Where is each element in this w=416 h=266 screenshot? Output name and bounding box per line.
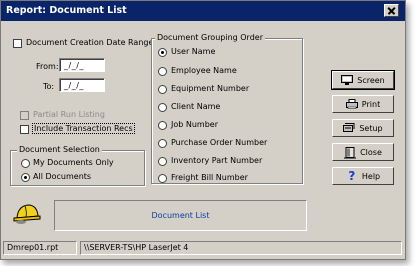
printer-icon	[345, 99, 358, 109]
report-window: Report: Document List Document Creation …	[0, 0, 406, 260]
screen-button-label: Screen	[357, 75, 385, 85]
status-printer: \\SERVER-TS\HP LaserJet 4	[80, 241, 402, 255]
grouping-label-job-number: Job Number	[171, 120, 219, 129]
grouping-radio-employee-name[interactable]	[158, 67, 167, 76]
grouping-radio-user-name[interactable]	[158, 48, 167, 57]
screen-button[interactable]: Screen	[331, 70, 395, 90]
title-bar[interactable]: Report: Document List	[1, 1, 405, 21]
partial-run-label: Partial Run Listing	[33, 110, 105, 119]
close-icon[interactable]	[384, 4, 399, 17]
grouping-radio-purchase-order-number[interactable]	[158, 139, 167, 148]
grouping-label-purchase-order-number: Purchase Order Number	[171, 138, 268, 147]
all-documents-label: All Documents	[33, 172, 92, 181]
grouping-label-employee-name: Employee Name	[171, 66, 237, 75]
help-button[interactable]: ? Help	[332, 167, 394, 185]
my-documents-radio[interactable]	[21, 159, 30, 168]
include-transaction-checkbox[interactable]	[20, 125, 29, 134]
to-label: To:	[43, 82, 55, 91]
close-button-label: Close	[360, 147, 382, 157]
setup-icon	[343, 123, 355, 133]
grouping-label-freight-bill-number: Freight Bill Number	[171, 173, 248, 182]
print-button-label: Print	[361, 99, 381, 109]
window-title: Report: Document List	[6, 5, 127, 16]
report-name-panel: Document List	[54, 200, 307, 231]
partial-run-checkbox[interactable]	[20, 111, 29, 120]
include-transaction-label: Include Transaction Recs	[32, 123, 135, 134]
all-documents-radio[interactable]	[21, 173, 30, 182]
my-documents-label: My Documents Only	[33, 158, 114, 167]
grouping-radio-client-name[interactable]	[158, 103, 167, 112]
grouping-order-title: Document Grouping Order	[155, 33, 265, 42]
hardhat-icon	[13, 202, 41, 226]
from-label: From:	[36, 62, 59, 71]
monitor-icon	[341, 75, 354, 85]
setup-button-label: Setup	[359, 123, 383, 133]
to-date-field[interactable]: _/_/_	[59, 78, 105, 92]
grouping-radio-freight-bill-number[interactable]	[158, 174, 167, 183]
document-selection-title: Document Selection	[17, 145, 102, 154]
status-file: Dmrep01.rpt	[3, 241, 77, 255]
grouping-radio-inventory-part-number[interactable]	[158, 157, 167, 166]
help-icon: ?	[348, 169, 356, 183]
grouping-label-user-name: User Name	[171, 47, 216, 56]
from-date-field[interactable]: _/_/_	[59, 58, 105, 72]
creation-date-range-label: Document Creation Date Range	[26, 38, 154, 47]
close-button[interactable]: Close	[332, 143, 394, 161]
setup-button[interactable]: Setup	[332, 119, 394, 137]
close-door-icon	[344, 147, 357, 159]
help-button-label: Help	[361, 171, 381, 181]
grouping-label-inventory-part-number: Inventory Part Number	[171, 156, 263, 165]
grouping-radio-equipment-number[interactable]	[158, 85, 167, 94]
creation-date-range-checkbox[interactable]	[13, 39, 22, 48]
print-button[interactable]: Print	[332, 95, 394, 113]
grouping-label-client-name: Client Name	[171, 102, 221, 111]
grouping-label-equipment-number: Equipment Number	[171, 84, 250, 93]
grouping-radio-job-number[interactable]	[158, 121, 167, 130]
report-name: Document List	[151, 211, 210, 220]
